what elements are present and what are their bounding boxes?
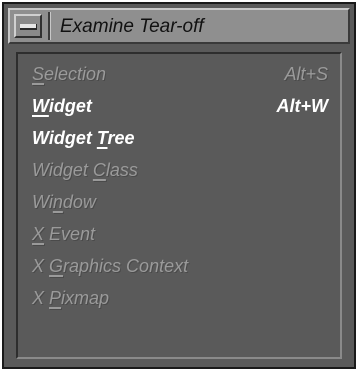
- menu-item-accelerator: Alt+S: [284, 64, 328, 84]
- menu-item-selection: Selection Alt+S: [32, 60, 332, 88]
- menu-item-label: Selection: [32, 64, 107, 84]
- menu-item-label: X Event: [32, 224, 96, 244]
- menu-item-label: Window: [32, 192, 96, 212]
- window-menu-icon: [20, 24, 37, 30]
- menu-item-label: Widget Tree: [32, 128, 135, 148]
- title-bar[interactable]: Examine Tear-off: [8, 8, 350, 44]
- menu-item-label: Widget Class: [32, 160, 138, 180]
- menu-item-widget[interactable]: Widget Alt+W: [32, 92, 332, 120]
- menu-item-label: Widget: [32, 96, 92, 116]
- tearoff-menu: Selection Alt+S Widget Alt+W Widget Tree…: [16, 52, 342, 359]
- menu-item-window: Window: [32, 188, 332, 216]
- menu-item-widget-class: Widget Class: [32, 156, 332, 184]
- examine-tearoff-window: Examine Tear-off Selection Alt+S Widget …: [2, 2, 356, 369]
- window-menu-button[interactable]: [14, 14, 42, 38]
- menu-item-x-graphics-context: X Graphics Context: [32, 252, 332, 280]
- title-separator: [48, 12, 51, 40]
- menu-item-label: X Graphics Context: [32, 256, 189, 276]
- menu-item-accelerator: Alt+W: [276, 96, 329, 116]
- menu-item-label: X Pixmap: [32, 288, 110, 308]
- menu-item-x-pixmap: X Pixmap: [32, 284, 332, 312]
- menu-item-widget-tree[interactable]: Widget Tree: [32, 124, 332, 152]
- menu-item-x-event: X Event: [32, 220, 332, 248]
- window-title: Examine Tear-off: [60, 16, 204, 37]
